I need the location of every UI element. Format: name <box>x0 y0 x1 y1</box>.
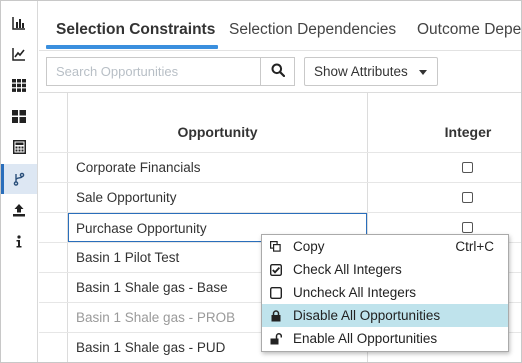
copy-icon <box>269 240 282 253</box>
active-tab-indicator <box>46 45 218 49</box>
unlock-icon <box>269 332 282 345</box>
search-input[interactable] <box>46 57 261 86</box>
opportunity-name: Basin 1 Shale gas - PROB <box>76 310 236 325</box>
opportunity-name: Basin 1 Pilot Test <box>76 250 180 265</box>
menu-item-label: Uncheck All Integers <box>293 285 417 300</box>
menu-item-disable-all-opportunities[interactable]: Disable All Opportunities <box>262 304 508 327</box>
rail-item-bar-chart[interactable] <box>1 8 37 38</box>
opportunity-name: Basin 1 Shale gas - Base <box>76 280 228 295</box>
tab-selection-dependencies[interactable]: Selection Dependencies <box>229 1 396 51</box>
integer-checkbox[interactable] <box>462 162 473 173</box>
rail-item-upload[interactable] <box>1 195 37 225</box>
side-rail <box>1 1 38 362</box>
tab-selection-constraints[interactable]: Selection Constraints <box>56 1 215 51</box>
grid-icon <box>12 78 26 92</box>
branch-icon <box>13 172 25 186</box>
column-header-integer[interactable]: Integer <box>368 93 521 152</box>
menu-item-shortcut: Ctrl+C <box>455 239 494 254</box>
show-attributes-dropdown[interactable]: Show Attributes <box>304 57 438 86</box>
table-row[interactable]: Corporate Financials <box>39 152 521 182</box>
bar-chart-icon <box>12 16 26 30</box>
caret-down-icon <box>419 70 427 75</box>
opportunity-name: Basin 1 Shale gas - PUD <box>76 340 226 355</box>
menu-item-check-all-integers[interactable]: Check All Integers <box>262 258 508 281</box>
calculator-icon <box>12 140 26 154</box>
rail-item-branch[interactable] <box>1 164 37 194</box>
tab-outcome-dependencies[interactable]: Outcome Depe <box>417 1 521 51</box>
integer-checkbox[interactable] <box>462 222 473 233</box>
search-icon <box>271 63 285 80</box>
column-header-opportunity[interactable]: Opportunity <box>68 93 367 152</box>
rail-item-line-chart[interactable] <box>1 39 37 69</box>
checked-box-icon <box>269 263 282 276</box>
opportunity-name: Sale Opportunity <box>76 190 177 205</box>
upload-icon <box>12 203 26 217</box>
lock-icon <box>269 309 282 322</box>
dashboard-icon <box>12 109 26 123</box>
search-button[interactable] <box>260 57 295 86</box>
rail-item-grid[interactable] <box>1 70 37 100</box>
info-icon <box>15 234 23 248</box>
menu-item-label: Disable All Opportunities <box>293 308 441 323</box>
menu-item-label: Copy <box>293 239 325 254</box>
menu-item-copy[interactable]: Copy Ctrl+C <box>262 235 508 258</box>
rail-item-dashboard[interactable] <box>1 101 37 131</box>
unchecked-box-icon <box>269 286 282 299</box>
menu-item-label: Check All Integers <box>293 262 402 277</box>
integer-checkbox[interactable] <box>462 192 473 203</box>
tab-bar: Selection Constraints Selection Dependen… <box>39 1 521 51</box>
context-menu: Copy Ctrl+C Check All Integers Uncheck A… <box>261 234 509 352</box>
rail-item-info[interactable] <box>1 226 37 256</box>
app-window: Selection Constraints Selection Dependen… <box>0 0 522 363</box>
show-attributes-label: Show Attributes <box>314 64 408 79</box>
menu-item-enable-all-opportunities[interactable]: Enable All Opportunities <box>262 327 508 350</box>
line-chart-icon <box>12 47 26 61</box>
rail-item-calculator[interactable] <box>1 132 37 162</box>
table-row[interactable]: Sale Opportunity <box>39 182 521 212</box>
opportunity-name: Corporate Financials <box>76 160 201 175</box>
menu-item-uncheck-all-integers[interactable]: Uncheck All Integers <box>262 281 508 304</box>
menu-item-label: Enable All Opportunities <box>293 331 438 346</box>
